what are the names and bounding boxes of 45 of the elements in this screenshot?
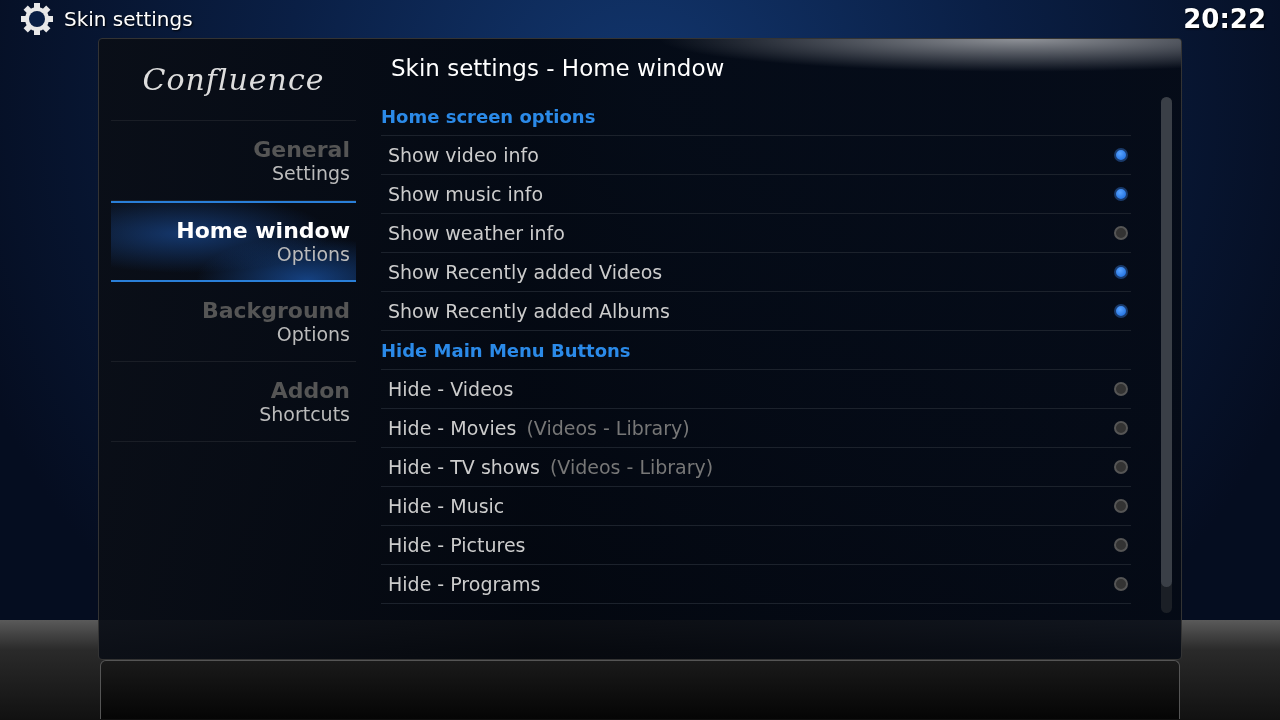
radio-toggle[interactable] <box>1114 538 1128 552</box>
radio-toggle[interactable] <box>1114 265 1128 279</box>
setting-note: (Videos - Library) <box>526 417 690 439</box>
setting-label: Hide - Music <box>388 495 505 517</box>
setting-row[interactable]: Show music info <box>381 175 1131 214</box>
section-heading: Hide Main Menu Buttons <box>381 331 1131 370</box>
radio-toggle[interactable] <box>1114 187 1128 201</box>
menu-item[interactable]: General Settings <box>111 121 356 201</box>
setting-label: Show weather info <box>388 222 565 244</box>
radio-toggle[interactable] <box>1114 577 1128 591</box>
settings-icon <box>20 2 54 36</box>
setting-label: Hide - Videos <box>388 378 514 400</box>
radio-toggle[interactable] <box>1114 460 1128 474</box>
menu-item[interactable]: Home window Options <box>111 201 356 282</box>
setting-row[interactable]: Show Recently added Videos <box>381 253 1131 292</box>
setting-row[interactable]: Show weather info <box>381 214 1131 253</box>
setting-row[interactable]: Show Recently added Albums <box>381 292 1131 331</box>
menu-item[interactable]: Addon Shortcuts <box>111 362 356 442</box>
section-heading: Home screen options <box>381 97 1131 136</box>
radio-toggle[interactable] <box>1114 421 1128 435</box>
setting-row[interactable]: Hide - Videos <box>381 370 1131 409</box>
setting-row[interactable]: Hide - Pictures <box>381 526 1131 565</box>
setting-label: Hide - Movies <box>388 417 517 439</box>
setting-label: Hide - TV shows <box>388 456 540 478</box>
setting-note: (Videos - Library) <box>549 456 714 478</box>
radio-toggle[interactable] <box>1114 304 1128 318</box>
radio-toggle[interactable] <box>1114 148 1128 162</box>
radio-toggle[interactable] <box>1114 226 1128 240</box>
logo: Confluence <box>111 39 356 121</box>
setting-row[interactable]: Show video info <box>381 136 1131 175</box>
setting-label: Hide - Pictures <box>388 534 526 556</box>
setting-label: Show Recently added Albums <box>388 300 670 322</box>
setting-row[interactable]: Hide - TV shows (Videos - Library) <box>381 448 1131 487</box>
window-title: Skin settings <box>64 7 194 31</box>
radio-toggle[interactable] <box>1114 499 1128 513</box>
radio-toggle[interactable] <box>1114 382 1128 396</box>
setting-label: Show video info <box>388 144 539 166</box>
setting-label: Show music info <box>388 183 544 205</box>
setting-row[interactable]: Hide - Movies (Videos - Library) <box>381 409 1131 448</box>
menu-item[interactable]: Background Options <box>111 282 356 362</box>
setting-row[interactable]: Hide - Music <box>381 487 1131 526</box>
clock: 20:22 <box>1183 4 1266 34</box>
setting-row[interactable]: Hide - Programs <box>381 565 1131 604</box>
setting-label: Show Recently added Videos <box>388 261 663 283</box>
setting-label: Hide - Programs <box>388 573 541 595</box>
